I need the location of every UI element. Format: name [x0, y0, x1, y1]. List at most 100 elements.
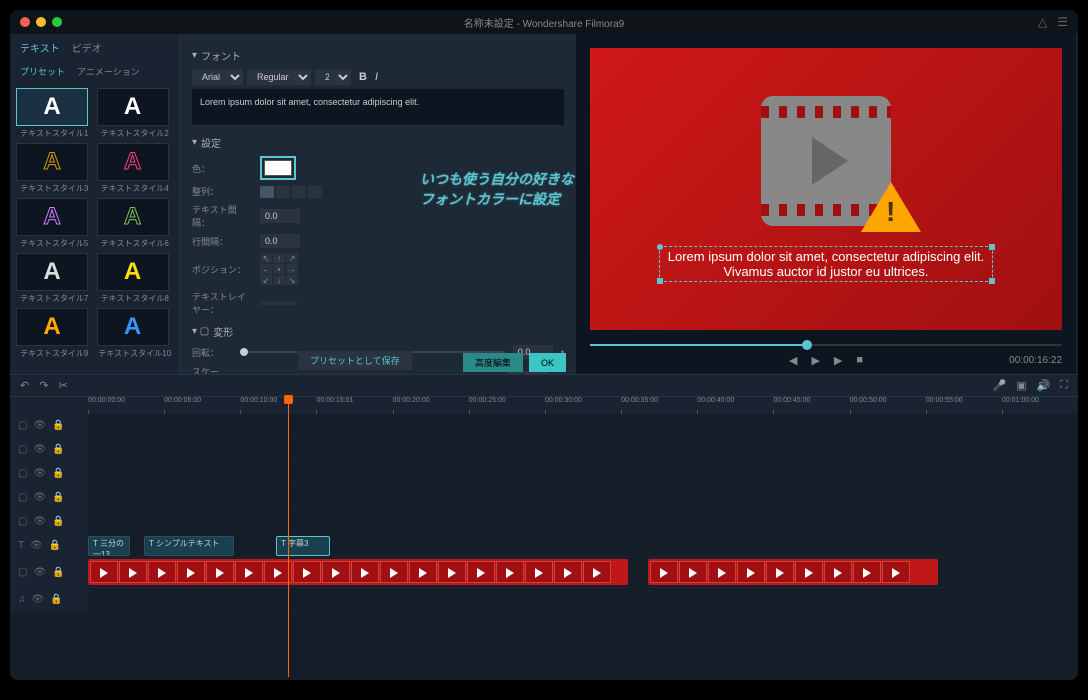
video-clip-1[interactable]: [88, 559, 628, 585]
sample-text-input[interactable]: Lorem ipsum dolor sit amet, consectetur …: [192, 89, 564, 125]
textlayer-label: テキストレイヤー：: [192, 290, 252, 316]
align-left-button[interactable]: [260, 186, 274, 198]
titlebar: 名称未設定 - Wondershare Filmora9 △ ☰: [10, 10, 1078, 34]
properties-panel: ▾ フォント Arial Regular 24 B I Lorem ipsum …: [180, 34, 576, 374]
rotation-label: 回転：: [192, 346, 232, 359]
save-preset-button[interactable]: プリセットとして保存: [298, 351, 412, 370]
ok-button[interactable]: OK: [529, 353, 566, 372]
font-weight-select[interactable]: Regular: [247, 69, 311, 85]
annotation-overlay: いつも使う自分の好きな フォントカラーに設定: [420, 170, 574, 209]
track-head-2[interactable]: ▢👁🔒: [10, 438, 88, 461]
maximize-button[interactable]: [52, 17, 62, 27]
minimize-button[interactable]: [36, 17, 46, 27]
playhead[interactable]: [288, 397, 289, 677]
styles-panel: テキスト ビデオ プリセット アニメーション Aテキストスタイル1Aテキストスタ…: [10, 34, 180, 374]
timeline-ruler[interactable]: 00:00:00:0000:00:05:0000:00:10:0000:00:1…: [10, 396, 1078, 414]
ruler-tick: 00:00:45:00: [773, 397, 849, 414]
track-head-video[interactable]: ▢👁🔒: [10, 558, 88, 587]
align-justify-button[interactable]: [308, 186, 322, 198]
redo-button[interactable]: ↷: [39, 379, 48, 392]
user-icon[interactable]: △: [1038, 15, 1047, 29]
preview-viewport[interactable]: Lorem ipsum dolor sit amet, consectetur …: [590, 48, 1062, 330]
window-title: 名称未設定 - Wondershare Filmora9: [464, 15, 624, 30]
timeline-toolbar: ↶ ↷ ✂ 🎤 ▣ 🔊 ⛶: [10, 374, 1078, 396]
crop-icon[interactable]: ▣: [1016, 379, 1026, 392]
text-style-5[interactable]: Aテキストスタイル5: [16, 198, 93, 249]
fullscreen-icon[interactable]: ⛶: [1060, 379, 1068, 392]
track-head-5[interactable]: ▢👁🔒: [10, 510, 88, 533]
text-style-2[interactable]: Aテキストスタイル2: [97, 88, 174, 139]
ruler-tick: 00:00:55:00: [926, 397, 1002, 414]
position-label: ポジション：: [192, 263, 252, 276]
ruler-tick: 00:00:05:00: [164, 397, 240, 414]
play-button[interactable]: ▶: [811, 354, 819, 367]
track-head-1[interactable]: ▢👁🔒: [10, 414, 88, 437]
font-family-select[interactable]: Arial: [192, 69, 243, 85]
text-clip-1[interactable]: T 三分の一13: [88, 536, 130, 556]
tab-video[interactable]: ビデオ: [72, 40, 102, 55]
track-head-3[interactable]: ▢👁🔒: [10, 462, 88, 485]
align-right-button[interactable]: [292, 186, 306, 198]
align-center-button[interactable]: [276, 186, 290, 198]
italic-button[interactable]: I: [375, 71, 378, 83]
track-head-text[interactable]: T👁🔒: [10, 534, 88, 557]
lineheight-input[interactable]: [260, 234, 300, 248]
timecode-display: 00:00:16:22: [1009, 355, 1062, 366]
text-clip-3-selected[interactable]: T 字幕3: [276, 536, 330, 556]
subtab-preset[interactable]: プリセット: [20, 65, 65, 78]
next-button[interactable]: ▶: [834, 354, 842, 367]
align-label: 整列：: [192, 185, 252, 198]
warning-icon: [861, 182, 921, 236]
section-settings[interactable]: ▾ 設定: [192, 135, 564, 150]
timeline: ▢👁🔒 ▢👁🔒 ▢👁🔒 ▢👁🔒 ▢👁🔒 T👁🔒 T 三分の一13 T シンプルテ…: [10, 414, 1078, 680]
color-swatch-highlight: [260, 156, 296, 180]
ruler-tick: 00:00:00:00: [88, 397, 164, 414]
ruler-tick: 00:00:25:00: [469, 397, 545, 414]
color-picker[interactable]: [264, 160, 292, 176]
tab-text[interactable]: テキスト: [20, 40, 60, 55]
volume-icon[interactable]: 🔊: [1037, 379, 1051, 392]
close-button[interactable]: [20, 17, 30, 27]
cut-button[interactable]: ✂: [58, 379, 67, 392]
ruler-tick: 00:00:10:00: [240, 397, 316, 414]
position-pad[interactable]: ↖↑↗ ←•→ ↙↓↘: [260, 253, 298, 285]
ruler-tick: 00:00:15:01: [316, 397, 392, 414]
stop-button[interactable]: ■: [856, 354, 863, 366]
section-transform[interactable]: ▾ ▢ 変形: [192, 324, 564, 339]
ruler-tick: 00:00:30:00: [545, 397, 621, 414]
lineheight-label: 行間隔：: [192, 235, 252, 248]
textlayer-thumbs[interactable]: [260, 301, 297, 305]
preview-panel: Lorem ipsum dolor sit amet, consectetur …: [576, 34, 1076, 374]
mic-icon[interactable]: 🎤: [992, 379, 1006, 392]
spacing-input[interactable]: [260, 209, 300, 223]
ruler-tick: 00:01:00:00: [1002, 397, 1078, 414]
ruler-tick: 00:00:50:00: [850, 397, 926, 414]
section-font[interactable]: ▾ フォント: [192, 48, 564, 63]
settings-icon[interactable]: ☰: [1057, 15, 1068, 29]
text-style-8[interactable]: Aテキストスタイル8: [97, 253, 174, 304]
ruler-tick: 00:00:20:00: [393, 397, 469, 414]
bold-button[interactable]: B: [359, 71, 367, 83]
text-style-4[interactable]: Aテキストスタイル4: [97, 143, 174, 194]
advanced-button[interactable]: 高度編集: [463, 353, 523, 372]
text-style-10[interactable]: Aテキストスタイル10: [97, 308, 174, 359]
preview-text-box[interactable]: Lorem ipsum dolor sit amet, consectetur …: [659, 246, 993, 282]
ruler-tick: 00:00:35:00: [621, 397, 697, 414]
video-placeholder-icon: [761, 96, 891, 226]
text-style-3[interactable]: Aテキストスタイル3: [16, 143, 93, 194]
font-size-select[interactable]: 24: [315, 69, 351, 85]
track-head-audio[interactable]: ♫👁🔒: [10, 588, 88, 611]
text-clip-2[interactable]: T シンプルテキスト: [144, 536, 234, 556]
ruler-tick: 00:00:40:00: [697, 397, 773, 414]
text-style-9[interactable]: Aテキストスタイル9: [16, 308, 93, 359]
subtab-animation[interactable]: アニメーション: [77, 65, 140, 78]
text-style-6[interactable]: Aテキストスタイル6: [97, 198, 174, 249]
text-style-1[interactable]: Aテキストスタイル1: [16, 88, 93, 139]
undo-button[interactable]: ↶: [20, 379, 29, 392]
color-label: 色：: [192, 162, 252, 175]
text-style-7[interactable]: Aテキストスタイル7: [16, 253, 93, 304]
track-head-4[interactable]: ▢👁🔒: [10, 486, 88, 509]
prev-button[interactable]: ◀: [789, 354, 797, 367]
video-clip-2[interactable]: [648, 559, 938, 585]
spacing-label: テキスト間隔：: [192, 203, 252, 229]
